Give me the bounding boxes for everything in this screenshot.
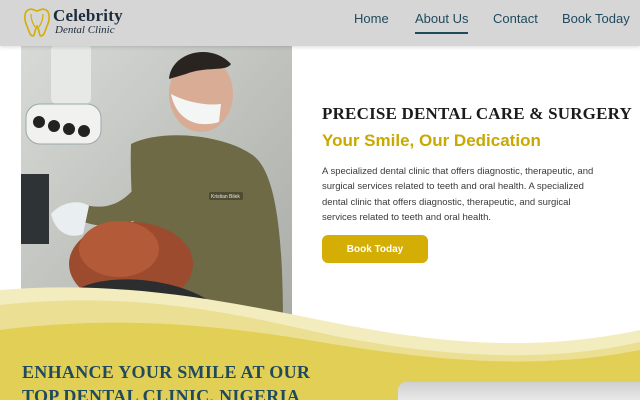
hero-title: PRECISE DENTAL CARE & SURGERY: [322, 104, 632, 123]
clinic-photo-thumbnail: [398, 382, 640, 400]
nav-book-today[interactable]: Book Today: [562, 11, 630, 26]
book-today-button[interactable]: Book Today: [322, 235, 428, 263]
dentist-badge: Kristian Bilek: [211, 194, 240, 200]
nav-home[interactable]: Home: [354, 11, 389, 26]
hero-description: A specialized dental clinic that offers …: [322, 166, 594, 223]
section-title: ENHANCE YOUR SMILE AT OUR TOP DENTAL CLI…: [22, 362, 311, 400]
hero-subtitle: Your Smile, Our Dedication: [322, 131, 541, 150]
nav-about-us[interactable]: About Us: [415, 11, 469, 34]
logo[interactable]: Celebrity Dental Clinic: [22, 4, 132, 40]
site-header: Celebrity Dental Clinic Home About Us Co…: [0, 0, 640, 46]
logo-name: Celebrity: [53, 6, 123, 25]
logo-tagline: Dental Clinic: [55, 24, 115, 36]
nav-contact[interactable]: Contact: [493, 11, 538, 26]
tooth-logo-icon: [24, 8, 50, 37]
